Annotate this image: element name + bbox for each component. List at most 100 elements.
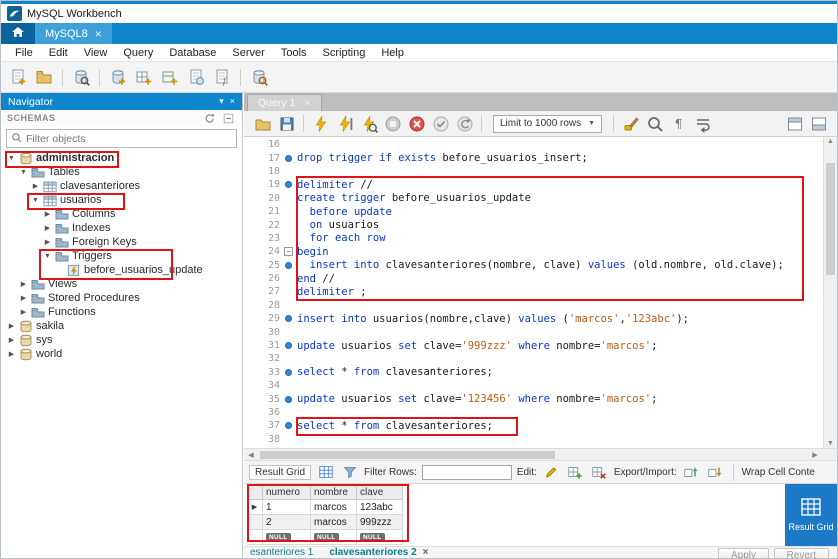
horizontal-scroll-thumb[interactable] [260, 451, 555, 459]
tree-item-usuarios[interactable]: ▼ usuarios [1, 193, 242, 207]
chevron-expanded-icon[interactable]: ▼ [42, 253, 53, 260]
table-row[interactable]: 2 marcos 999zzz [247, 515, 403, 530]
code-line-38[interactable]: 38 [244, 433, 837, 446]
beautify-icon[interactable] [620, 113, 641, 134]
code-line-22[interactable]: 22 on usuarios [244, 218, 837, 231]
grid-cell[interactable]: 1 [263, 500, 311, 515]
tree-item-before-usuarios-update[interactable]: before_usuarios_update [1, 263, 242, 277]
query-tab[interactable]: Query 1 × [247, 94, 322, 111]
create-view-icon[interactable] [159, 66, 181, 88]
grid-cell[interactable]: marcos [311, 500, 357, 515]
open-file-icon[interactable] [252, 113, 273, 134]
tree-item-foreign-keys[interactable]: ▶ Foreign Keys [1, 235, 242, 249]
schema-filter-input[interactable] [26, 132, 232, 145]
delete-row-icon[interactable] [590, 463, 609, 482]
grid-cell[interactable]: 123abc [357, 500, 403, 515]
tree-item-stored-procedures[interactable]: ▶ Stored Procedures [1, 291, 242, 305]
code-line-25[interactable]: 25 insert into clavesanteriores(nombre, … [244, 259, 837, 272]
chevron-collapsed-icon[interactable]: ▶ [42, 224, 53, 232]
code-fold-icon[interactable]: − [284, 247, 293, 257]
chevron-collapsed-icon[interactable]: ▶ [6, 336, 17, 344]
code-line-37[interactable]: 37 select * from clavesanteriores; [244, 419, 837, 432]
table-row[interactable]: NULL NULL NULL [247, 530, 403, 545]
tree-item-functions[interactable]: ▶ Functions [1, 305, 242, 319]
tree-item-clavesanteriores[interactable]: ▶ clavesanteriores [1, 179, 242, 193]
execute-icon[interactable] [310, 113, 331, 134]
tree-item-world[interactable]: ▶ world [1, 347, 242, 361]
code-line-35[interactable]: 35 update usuarios set clave='123456' whe… [244, 392, 837, 405]
menu-item-query[interactable]: Query [115, 46, 161, 60]
chevron-collapsed-icon[interactable]: ▶ [42, 238, 53, 246]
code-line-26[interactable]: 26 end // [244, 272, 837, 285]
chevron-collapsed-icon[interactable]: ▶ [18, 308, 29, 316]
tree-item-administracion[interactable]: ▼ administracion [1, 151, 242, 165]
grid-cell[interactable]: 2 [263, 515, 311, 530]
code-line-16[interactable]: 16 [244, 138, 837, 151]
chevron-collapsed-icon[interactable]: ▶ [18, 280, 29, 288]
tree-item-sys[interactable]: ▶ sys [1, 333, 242, 347]
vertical-scroll-thumb[interactable] [826, 163, 835, 275]
inspector-icon[interactable] [70, 66, 92, 88]
chevron-expanded-icon[interactable]: ▼ [18, 169, 29, 176]
create-table-icon[interactable] [133, 66, 155, 88]
filter-rows-input[interactable] [421, 464, 512, 480]
tree-item-columns[interactable]: ▶ Columns [1, 207, 242, 221]
limit-rows-dropdown[interactable]: Limit to 1000 rows ▼ [493, 114, 603, 133]
grid-cell[interactable]: 999zzz [357, 515, 403, 530]
save-script-icon[interactable] [276, 113, 297, 134]
menu-item-edit[interactable]: Edit [41, 46, 76, 60]
stop-icon[interactable] [382, 113, 403, 134]
scroll-up-icon[interactable]: ▲ [824, 138, 837, 145]
code-line-24[interactable]: 24− begin [244, 245, 837, 258]
menu-item-server[interactable]: Server [224, 46, 272, 60]
home-tab-button[interactable] [1, 23, 35, 44]
refresh-icon[interactable] [201, 111, 217, 125]
code-line-19[interactable]: 19 delimiter // [244, 178, 837, 191]
code-line-21[interactable]: 21 before update [244, 205, 837, 218]
code-line-32[interactable]: 32 [244, 352, 837, 365]
chevron-collapsed-icon[interactable]: ▶ [6, 350, 17, 358]
code-line-34[interactable]: 34 [244, 379, 837, 392]
invisible-characters-icon[interactable]: ¶ [668, 113, 689, 134]
code-line-20[interactable]: 20 create trigger before_usuarios_update [244, 192, 837, 205]
chevron-collapsed-icon[interactable]: ▶ [18, 294, 29, 302]
dock-icon[interactable]: ▾ [219, 96, 224, 107]
code-line-27[interactable]: 27 delimiter ; [244, 285, 837, 298]
revert-button[interactable]: Revert [773, 548, 829, 558]
grid-column-header-numero[interactable]: numero [263, 485, 311, 500]
query-tab-close-icon[interactable]: × [304, 97, 310, 109]
menu-item-help[interactable]: Help [373, 46, 412, 60]
open-sql-script-icon[interactable] [33, 66, 55, 88]
chevron-collapsed-icon[interactable]: ▶ [42, 210, 53, 218]
search-database-icon[interactable] [248, 66, 270, 88]
code-line-23[interactable]: 23 for each row [244, 232, 837, 245]
tree-item-tables[interactable]: ▼ Tables [1, 165, 242, 179]
scroll-down-icon[interactable]: ▼ [824, 440, 837, 447]
grid-column-header-clave[interactable]: clave [357, 485, 403, 500]
create-procedure-icon[interactable] [185, 66, 207, 88]
tree-item-views[interactable]: ▶ Views [1, 277, 242, 291]
filter-icon[interactable] [340, 463, 359, 482]
wrap-text-icon[interactable] [692, 113, 713, 134]
grid-column-header-nombre[interactable]: nombre [311, 485, 357, 500]
menu-item-file[interactable]: File [7, 46, 41, 60]
menu-item-database[interactable]: Database [161, 46, 224, 60]
scroll-right-icon[interactable]: ▶ [808, 449, 822, 460]
tree-item-indexes[interactable]: ▶ Indexes [1, 221, 242, 235]
code-line-30[interactable]: 30 [244, 325, 837, 338]
tree-item-triggers[interactable]: ▼ Triggers [1, 249, 242, 263]
apply-button[interactable]: Apply [717, 548, 769, 558]
editor-horizontal-scrollbar[interactable]: ◀ ▶ [244, 448, 837, 461]
code-line-29[interactable]: 29 insert into usuarios(nombre,clave) val… [244, 312, 837, 325]
code-line-36[interactable]: 36 [244, 406, 837, 419]
scroll-left-icon[interactable]: ◀ [244, 449, 258, 460]
grid-row-selector[interactable] [247, 530, 263, 545]
connection-tab-close-icon[interactable]: × [95, 28, 102, 40]
create-function-icon[interactable]: f [211, 66, 233, 88]
close-panel-icon[interactable]: × [230, 96, 235, 107]
table-row[interactable]: ▶ 1 marcos 123abc [247, 500, 403, 515]
grid-cell[interactable]: NULL [357, 530, 403, 545]
grid-row-selector-header[interactable] [247, 485, 263, 500]
chevron-expanded-icon[interactable]: ▼ [6, 155, 17, 162]
result-grid-sidebar-toggle[interactable]: Result Grid [785, 484, 837, 546]
